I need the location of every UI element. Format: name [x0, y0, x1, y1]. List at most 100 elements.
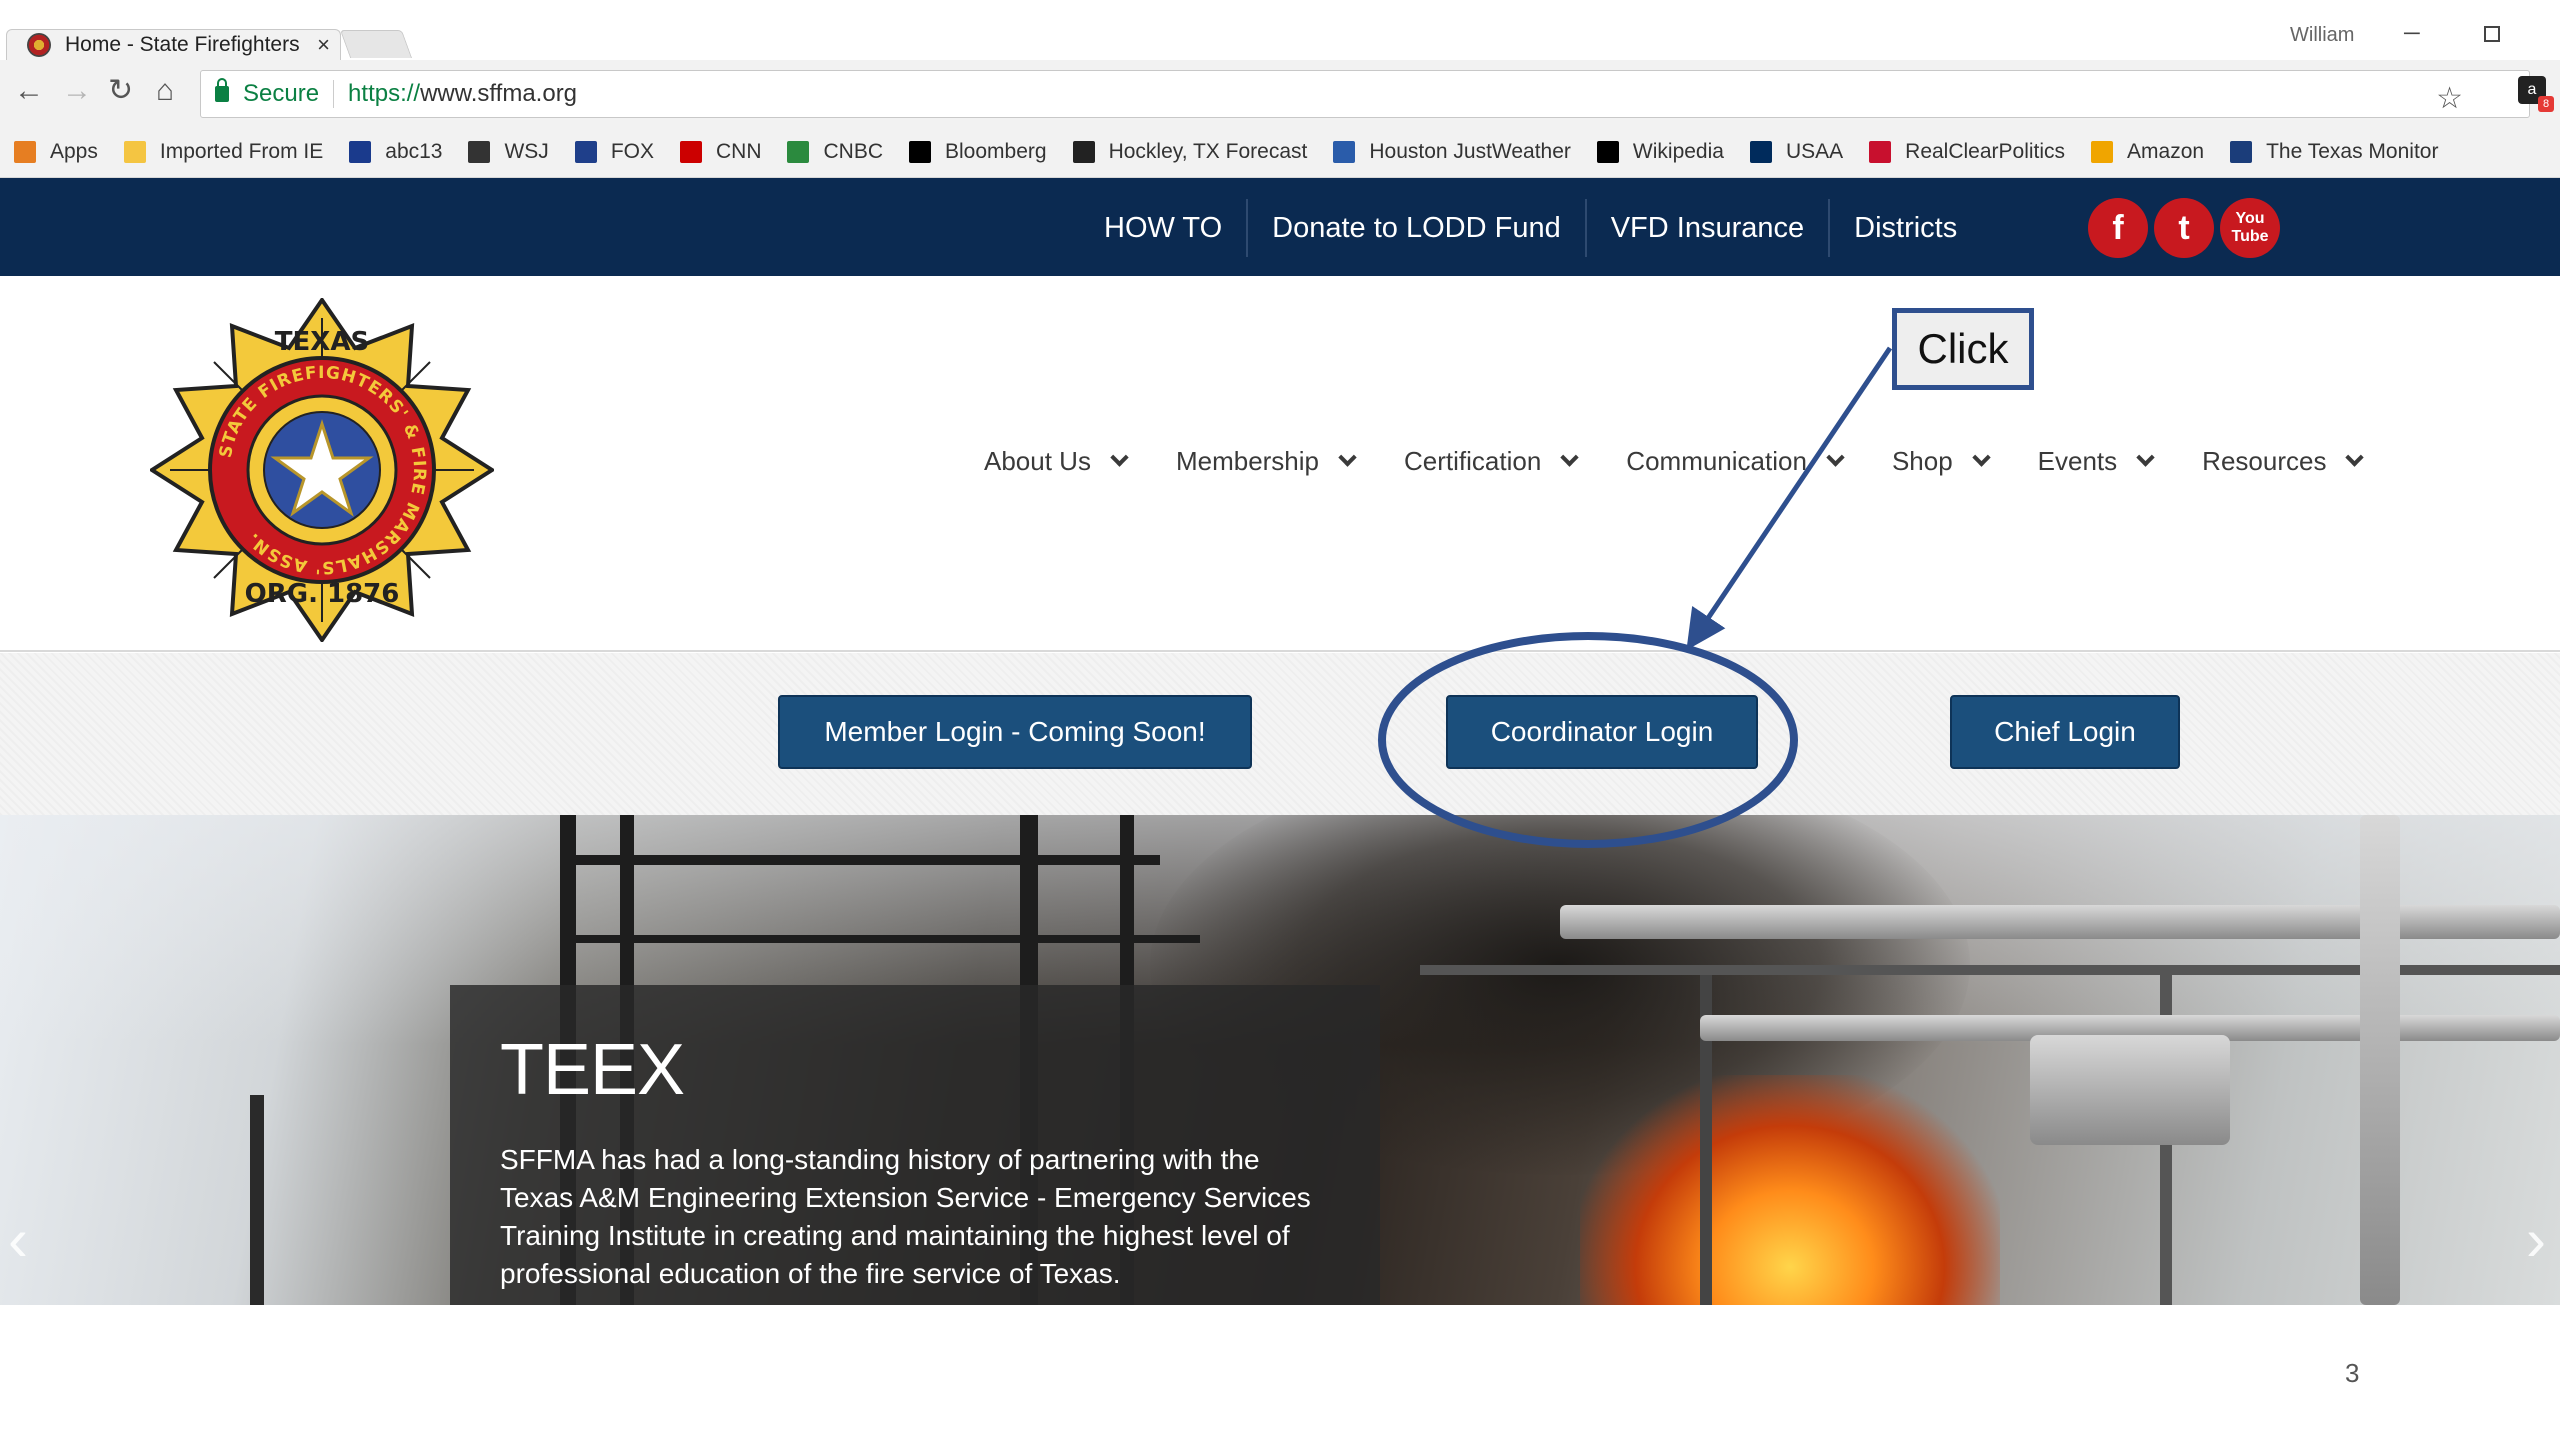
site-top-nav: HOW TO Donate to LODD Fund VFD Insurance Di… — [0, 178, 2560, 276]
logo-top-text: TEXAS — [275, 327, 369, 357]
top-nav-link[interactable]: Districts — [1830, 199, 1981, 257]
main-nav-label: Resources — [2202, 446, 2327, 476]
youtube-bottom-text: Tube — [2231, 228, 2269, 245]
bookmark-item[interactable]: Bloomberg — [909, 140, 1047, 164]
bookmark-item[interactable]: Wikipedia — [1596, 139, 1724, 164]
top-nav-link[interactable]: Donate to LODD Fund — [1248, 199, 1587, 257]
facebook-icon[interactable]: f — [2088, 198, 2148, 258]
bookmark-item[interactable]: CNN — [679, 139, 762, 164]
extension-badge: 8 — [2538, 96, 2554, 112]
structure-pipe — [2360, 815, 2400, 1305]
main-nav-label: Events — [2037, 446, 2118, 476]
main-nav-item[interactable]: Membership — [1175, 446, 1357, 477]
login-bar: Member Login - Coming Soon! Coordinator … — [0, 653, 2560, 815]
structure-tank — [2030, 1035, 2230, 1145]
bookmark-item[interactable]: WSJ — [468, 139, 549, 164]
bookmark-item[interactable]: abc13 — [349, 140, 442, 164]
slider-prev-icon[interactable]: ‹ — [8, 1205, 28, 1274]
window-user-name[interactable]: William — [2290, 24, 2354, 47]
main-nav-item[interactable]: Communication — [1626, 446, 1845, 477]
bookmark-label: The Texas Monitor — [2266, 139, 2439, 163]
cnn-icon — [679, 140, 702, 163]
secure-label: Secure — [243, 80, 320, 107]
main-nav-item[interactable]: About Us — [984, 446, 1129, 477]
usaa-icon — [1749, 140, 1772, 163]
chief-login-button[interactable]: Chief Login — [1950, 695, 2180, 769]
tab-title: Home - State Firefighters — [65, 33, 300, 56]
bookmark-item[interactable]: Apps — [14, 140, 98, 164]
logo-bottom-text: ORG. 1876 — [245, 579, 400, 609]
bookmark-label: Bloomberg — [945, 139, 1047, 163]
main-nav-item[interactable]: Shop — [1891, 446, 1991, 477]
window-minimize-icon[interactable]: ─ — [2404, 20, 2420, 46]
annotation-callout: Click — [1892, 308, 2034, 390]
youtube-icon[interactable]: You Tube — [2220, 198, 2280, 258]
bookmark-label: CNN — [715, 139, 762, 163]
wsj-icon — [468, 140, 491, 163]
bookmark-item[interactable]: Amazon — [2091, 140, 2204, 164]
structure-pipe — [1560, 905, 2560, 939]
browser-tab-home[interactable]: Home - State Firefighters × — [6, 29, 341, 60]
main-nav-item[interactable]: Resources — [2202, 446, 2365, 477]
bookmark-label: CNBC — [823, 139, 883, 163]
chevron-down-icon — [2345, 448, 2365, 467]
bookmark-label: WSJ — [504, 139, 549, 163]
structure-pole — [250, 1095, 264, 1305]
weather-underground-icon — [1072, 140, 1095, 163]
browser-toolbar: ← → ↻ ⌂ Secure https://www.sffma.org ☆ a… — [0, 60, 2560, 126]
url-separator — [333, 80, 335, 108]
main-nav-label: Shop — [1891, 446, 1953, 476]
window-restore-icon[interactable] — [2484, 26, 2500, 42]
folder-icon — [123, 140, 146, 163]
main-nav-label: Certification — [1404, 446, 1542, 476]
chevron-down-icon — [1971, 448, 1991, 467]
bookmark-item[interactable]: FOX — [574, 139, 654, 164]
top-nav-link[interactable]: VFD Insurance — [1587, 199, 1831, 257]
bookmark-label: Wikipedia — [1632, 139, 1724, 163]
twitter-icon[interactable]: t — [2154, 198, 2214, 258]
site-header: STATE FIREFIGHTERS' & FIRE MARSHALS' ASS… — [0, 276, 2560, 652]
url-text[interactable]: https://www.sffma.org — [348, 80, 577, 108]
bookmark-item[interactable]: The Texas Monitor — [2230, 140, 2438, 164]
reload-icon[interactable]: ↻ — [108, 76, 133, 106]
bookmark-item[interactable]: Imported From IE — [123, 140, 323, 164]
bookmark-label: abc13 — [385, 139, 443, 163]
bookmark-label: FOX — [610, 139, 654, 163]
main-nav: About Us Membership Certification Communica… — [984, 446, 2411, 477]
back-icon[interactable]: ← — [14, 76, 44, 106]
lock-icon — [215, 78, 229, 102]
home-icon[interactable]: ⌂ — [156, 76, 174, 106]
tab-close-icon[interactable]: × — [317, 32, 330, 58]
bookmark-item[interactable]: RealClearPolitics — [1869, 140, 2065, 164]
bookmark-item[interactable]: Houston JustWeather — [1333, 140, 1571, 164]
bookmark-label: Amazon — [2127, 139, 2205, 163]
bookmark-item[interactable]: Hockley, TX Forecast — [1072, 140, 1307, 164]
slider-next-icon[interactable]: › — [2526, 1205, 2546, 1274]
forward-icon[interactable]: → — [62, 76, 92, 106]
bookmark-item[interactable]: CNBC — [787, 140, 883, 164]
sffma-logo[interactable]: STATE FIREFIGHTERS' & FIRE MARSHALS' ASS… — [150, 298, 494, 642]
main-nav-item[interactable]: Events — [2037, 446, 2155, 477]
chevron-down-icon — [1110, 448, 1129, 467]
main-nav-item[interactable]: Certification — [1404, 446, 1579, 477]
slide-number: 3 — [2345, 1358, 2360, 1388]
bookmark-label: Apps — [50, 139, 98, 163]
justweather-icon — [1333, 140, 1356, 163]
main-nav-label: Membership — [1175, 446, 1320, 476]
fox-icon — [574, 140, 597, 163]
wikipedia-icon — [1596, 140, 1619, 163]
youtube-top-text: You — [2235, 210, 2265, 227]
hero-text: SFFMA has had a long-standing history of… — [500, 1144, 1311, 1289]
chevron-down-icon — [1560, 448, 1579, 467]
new-tab-button[interactable] — [339, 30, 413, 58]
chevron-down-icon — [1338, 448, 1357, 467]
bookmark-item[interactable]: USAA — [1749, 139, 1844, 164]
hero-slider: TEEX SFFMA has had a long-standing histo… — [0, 815, 2560, 1305]
address-bar[interactable]: Secure https://www.sffma.org ☆ — [200, 70, 2530, 118]
bookmark-star-icon[interactable]: ☆ — [2436, 81, 2463, 116]
coordinator-login-button[interactable]: Coordinator Login — [1446, 695, 1758, 769]
member-login-button[interactable]: Member Login - Coming Soon! — [778, 695, 1252, 769]
amazon-icon — [2091, 140, 2114, 163]
top-nav-link[interactable]: HOW TO — [1080, 199, 1249, 257]
bookmark-label: USAA — [1785, 139, 1844, 163]
